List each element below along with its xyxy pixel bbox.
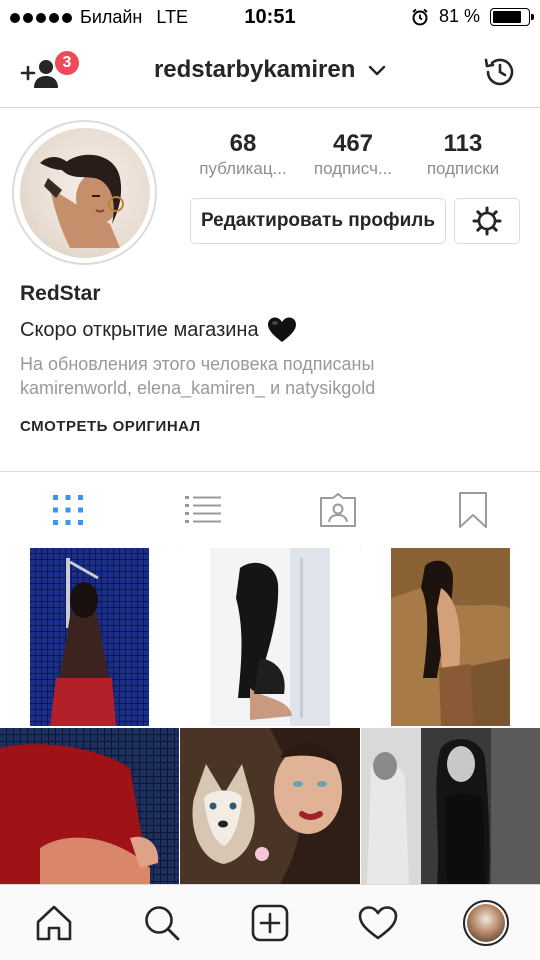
followed-by-text[interactable]: На обновления этого человека подписаны k… bbox=[20, 352, 480, 400]
profile-tabs bbox=[0, 471, 540, 549]
nav-activity[interactable] bbox=[324, 885, 432, 960]
full-name: RedStar bbox=[20, 282, 101, 305]
home-icon bbox=[36, 905, 72, 940]
post-tile[interactable] bbox=[180, 728, 360, 884]
account-switcher[interactable]: redstarbykamiren bbox=[0, 56, 540, 84]
stat-label: подписки bbox=[426, 159, 500, 178]
nav-profile[interactable] bbox=[432, 885, 540, 960]
alarm-icon bbox=[412, 8, 428, 25]
battery-percent: 81 % bbox=[438, 6, 480, 26]
profile-stats: 68 публикац... 467 подписч... 113 подпис… bbox=[188, 130, 518, 180]
nav-home[interactable] bbox=[0, 885, 108, 960]
post-image bbox=[30, 548, 149, 726]
stat-followers[interactable]: 467 подписч... bbox=[298, 130, 408, 180]
gear-icon bbox=[472, 206, 502, 236]
username-title: redstarbykamiren bbox=[153, 56, 356, 83]
activity-icon bbox=[358, 905, 398, 939]
post-tile[interactable] bbox=[361, 728, 540, 884]
tab-grid[interactable] bbox=[0, 472, 135, 548]
stat-following[interactable]: 113 подписки bbox=[408, 130, 518, 180]
post-tile[interactable] bbox=[361, 548, 540, 726]
battery-icon bbox=[490, 7, 534, 26]
bottom-nav bbox=[0, 884, 540, 960]
chevron-down-icon bbox=[368, 65, 386, 75]
status-bar: Билайн LTE 10:51 81 % bbox=[0, 0, 540, 36]
archive-button[interactable] bbox=[482, 54, 518, 90]
battery-level bbox=[493, 10, 521, 23]
new-post-icon bbox=[251, 904, 289, 941]
tab-tagged[interactable] bbox=[270, 472, 405, 548]
bio: Скоро открытие магазина bbox=[20, 316, 297, 344]
avatar-image bbox=[39, 154, 124, 248]
top-nav: 3 redstarbykamiren bbox=[0, 36, 540, 108]
post-image bbox=[391, 548, 510, 726]
see-original-link[interactable]: СМОТРЕТЬ ОРИГИНАЛ bbox=[20, 418, 201, 435]
bookmark-icon bbox=[458, 492, 487, 528]
post-image bbox=[210, 548, 330, 726]
edit-profile-button[interactable]: Редактировать профиль bbox=[190, 198, 446, 244]
list-icon bbox=[184, 496, 221, 523]
profile-picture[interactable] bbox=[12, 120, 157, 265]
stat-label: публикац... bbox=[199, 159, 287, 178]
avatar bbox=[19, 127, 150, 258]
nav-search[interactable] bbox=[108, 885, 216, 960]
profile-avatar-image bbox=[467, 903, 505, 942]
tab-list[interactable] bbox=[135, 472, 270, 548]
post-image bbox=[180, 728, 360, 884]
post-tile[interactable] bbox=[0, 728, 179, 884]
stat-label: подписч... bbox=[313, 159, 393, 178]
stat-value: 467 bbox=[332, 130, 374, 157]
black-heart-icon bbox=[267, 317, 296, 342]
stat-posts[interactable]: 68 публикац... bbox=[188, 130, 298, 180]
status-right: 81 % bbox=[411, 6, 534, 27]
post-tile[interactable] bbox=[0, 548, 179, 726]
settings-button[interactable] bbox=[454, 198, 520, 244]
profile-avatar bbox=[463, 899, 509, 946]
post-image bbox=[361, 728, 540, 884]
nav-new-post[interactable] bbox=[216, 885, 324, 960]
stat-value: 68 bbox=[229, 130, 257, 157]
history-icon bbox=[484, 58, 514, 86]
post-image bbox=[0, 728, 179, 884]
grid-icon bbox=[52, 495, 83, 525]
post-tile[interactable] bbox=[180, 548, 360, 726]
tab-saved[interactable] bbox=[405, 472, 540, 548]
bio-text: Скоро открытие магазина bbox=[20, 318, 259, 341]
tagged-icon bbox=[319, 493, 356, 527]
stat-value: 113 bbox=[443, 130, 483, 157]
search-icon bbox=[145, 905, 180, 940]
posts-grid bbox=[0, 548, 540, 884]
